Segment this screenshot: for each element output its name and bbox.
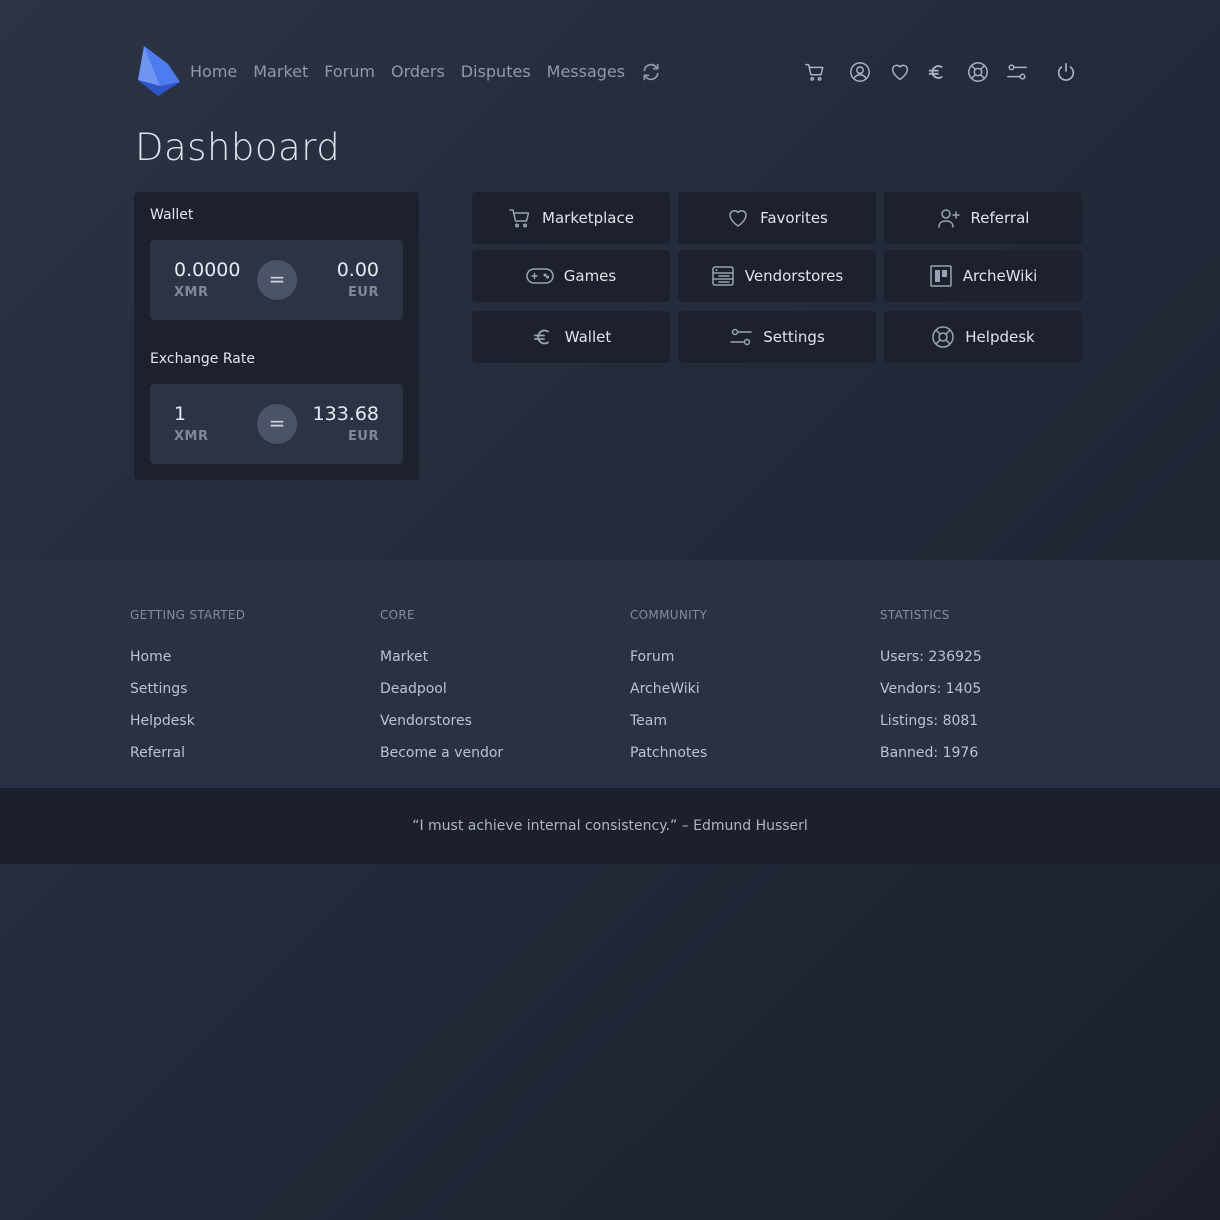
equals-badge: = (257, 260, 297, 300)
nav-link-forum[interactable]: Forum (324, 62, 375, 82)
exchange-eur-unit: EUR (348, 429, 379, 444)
user-icon[interactable] (849, 61, 871, 83)
tile-helpdesk[interactable]: Helpdesk (884, 311, 1082, 363)
gamepad-icon (526, 264, 554, 288)
tile-label: Favorites (760, 209, 828, 227)
nav-link-orders[interactable]: Orders (391, 62, 445, 82)
tile-games[interactable]: Games (472, 250, 670, 302)
footer-link-market[interactable]: Market (380, 648, 503, 680)
nav-link-messages[interactable]: Messages (547, 62, 625, 82)
exchange-rate-box: 1 XMR = 133.68 EUR (150, 384, 403, 464)
heart-icon[interactable] (889, 61, 911, 83)
server-icon (711, 264, 735, 288)
footer-heading: COMMUNITY (630, 608, 708, 622)
footer-link-deadpool[interactable]: Deadpool (380, 680, 503, 712)
nav-link-disputes[interactable]: Disputes (461, 62, 531, 82)
euro-icon[interactable] (926, 61, 948, 83)
footer-link-archewiki[interactable]: ArcheWiki (630, 680, 707, 712)
wallet-card: Wallet 0.0000 XMR = 0.00 EUR Exchange Ra… (134, 192, 419, 480)
cart-icon (508, 206, 532, 230)
footer-link-referral[interactable]: Referral (130, 744, 245, 776)
footer-column-getting-started: GETTING STARTED Home Settings Helpdesk R… (130, 608, 245, 776)
tile-label: Marketplace (542, 209, 634, 227)
wallet-balance-box: 0.0000 XMR = 0.00 EUR (150, 240, 403, 320)
tile-label: ArcheWiki (962, 267, 1038, 285)
tile-settings[interactable]: Settings (678, 311, 876, 363)
logo-icon (138, 46, 180, 96)
footer-column-community: COMMUNITY Forum ArcheWiki Team Patchnote… (630, 608, 707, 776)
footer: GETTING STARTED Home Settings Helpdesk R… (0, 560, 1220, 788)
nav-link-market[interactable]: Market (253, 62, 308, 82)
footer-link-forum[interactable]: Forum (630, 648, 707, 680)
wallet-xmr-amount: 0.0000 (174, 259, 241, 281)
tile-label: Referral (970, 209, 1030, 227)
sliders-icon (729, 325, 753, 349)
tile-marketplace[interactable]: Marketplace (472, 192, 670, 244)
footer-link-settings[interactable]: Settings (130, 680, 245, 712)
equals-badge: = (257, 404, 297, 444)
tile-label: Games (563, 267, 617, 285)
footer-link-team[interactable]: Team (630, 712, 707, 744)
footer-heading: CORE (380, 608, 415, 622)
euro-icon (531, 325, 555, 349)
nav-links: Home Market Forum Orders Disputes Messag… (190, 62, 641, 82)
refresh-icon[interactable] (641, 62, 661, 82)
footer-link-become-vendor[interactable]: Become a vendor (380, 744, 503, 776)
stat-vendors: Vendors: 1405 (880, 681, 982, 697)
footer-column-core: CORE Market Deadpool Vendorstores Become… (380, 608, 503, 776)
wallet-eur-amount: 0.00 (336, 259, 379, 281)
tile-label: Helpdesk (965, 328, 1035, 346)
footer-link-vendorstores[interactable]: Vendorstores (380, 712, 503, 744)
heart-icon (726, 206, 750, 230)
footer-column-statistics: STATISTICS Users: 236925 Vendors: 1405 L… (880, 608, 982, 776)
footer-heading: GETTING STARTED (130, 608, 246, 622)
tile-label: Settings (763, 328, 825, 346)
exchange-xmr-unit: XMR (174, 429, 209, 444)
tile-favorites[interactable]: Favorites (678, 192, 876, 244)
user-plus-icon (937, 206, 961, 230)
lifebuoy-icon (931, 325, 955, 349)
lifebuoy-icon[interactable] (967, 61, 989, 83)
tile-referral[interactable]: Referral (884, 192, 1082, 244)
tile-label: Vendorstores (744, 267, 844, 285)
wallet-label: Wallet (150, 207, 194, 223)
stat-listings: Listings: 8081 (880, 713, 979, 729)
wallet-xmr-unit: XMR (174, 285, 209, 300)
stat-banned: Banned: 1976 (880, 745, 979, 761)
tile-archewiki[interactable]: ArcheWiki (884, 250, 1082, 302)
exchange-eur-amount: 133.68 (312, 403, 379, 425)
top-navigation: Home Market Forum Orders Disputes Messag… (138, 40, 1082, 100)
footer-link-patchnotes[interactable]: Patchnotes (630, 744, 707, 776)
page-title: Dashboard (135, 126, 341, 169)
tile-label: Wallet (564, 328, 612, 346)
wallet-eur-unit: EUR (348, 285, 379, 300)
footer-link-helpdesk[interactable]: Helpdesk (130, 712, 245, 744)
exchange-rate-label: Exchange Rate (150, 351, 255, 367)
cart-icon[interactable] (804, 61, 826, 83)
nav-link-home[interactable]: Home (190, 62, 237, 82)
tile-wallet[interactable]: Wallet (472, 311, 670, 363)
exchange-xmr-amount: 1 (174, 403, 187, 425)
footer-link-home[interactable]: Home (130, 648, 245, 680)
power-icon[interactable] (1055, 61, 1077, 83)
tile-vendorstores[interactable]: Vendorstores (678, 250, 876, 302)
footer-quote: “I must achieve internal consistency.” –… (0, 788, 1220, 864)
sliders-icon[interactable] (1006, 61, 1028, 83)
stat-users: Users: 236925 (880, 649, 982, 665)
board-icon (929, 264, 953, 288)
site-logo[interactable] (138, 42, 180, 96)
footer-heading: STATISTICS (880, 608, 950, 622)
